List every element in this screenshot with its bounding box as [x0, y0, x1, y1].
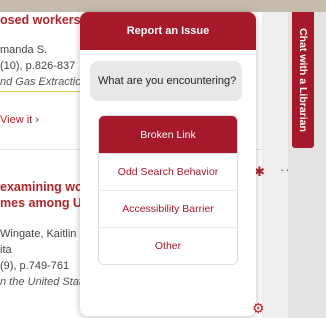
result-author: Wingate, Kaitlin C. [0, 228, 91, 240]
result-author: manda S. [0, 44, 48, 56]
option-odd-search-behavior[interactable]: Odd Search Behavior [99, 153, 237, 190]
top-strip [0, 0, 326, 12]
option-accessibility-barrier[interactable]: Accessibility Barrier [99, 190, 237, 227]
popup-title: Report an Issue [126, 25, 210, 37]
result-title-line[interactable]: examining worl [0, 179, 91, 196]
prompt-bubble: What are you encountering? [90, 61, 242, 101]
librarian-tab-label: Chat with a Librarian [297, 28, 309, 132]
popup-pointer [248, 15, 256, 27]
result-citation: (10), p.826-837 [0, 60, 76, 72]
issue-options: Broken Link Odd Search Behavior Accessib… [98, 115, 238, 265]
report-issue-popup: Report an Issue What are you encounterin… [80, 12, 256, 316]
result-author: ita [0, 244, 12, 256]
popup-header: Report an Issue [80, 12, 256, 50]
prompt-text: What are you encountering? [98, 75, 237, 87]
gear-icon[interactable]: ⚙ [252, 300, 265, 317]
option-other[interactable]: Other [99, 227, 237, 264]
subject-underline [0, 91, 80, 92]
chat-with-librarian-tab[interactable]: Chat with a Librarian [292, 12, 314, 148]
option-broken-link[interactable]: Broken Link [99, 116, 237, 153]
result-citation: (9), p.749-761 [0, 260, 70, 272]
view-it-link[interactable]: View it › [0, 114, 39, 126]
